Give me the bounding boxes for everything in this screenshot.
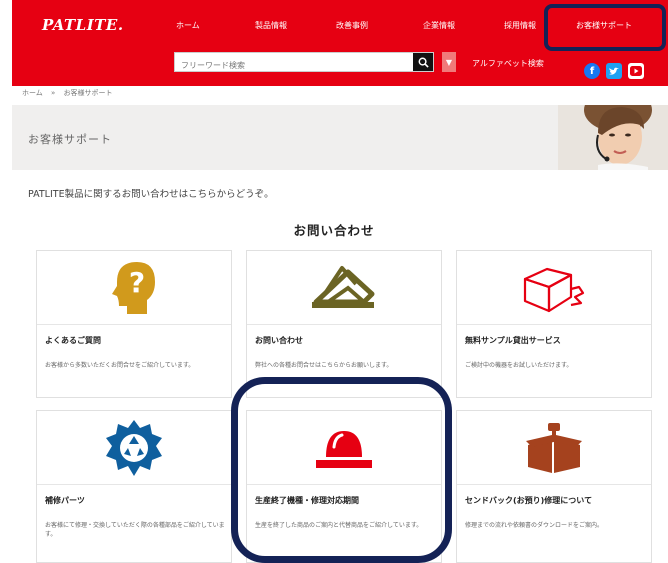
twitter-bird-icon	[609, 67, 619, 75]
page-title: お客様サポート	[28, 133, 112, 146]
breadcrumb-home[interactable]: ホーム	[22, 89, 43, 97]
search-dropdown-button[interactable]: ▼	[442, 52, 456, 72]
card-icon-area	[247, 251, 441, 325]
search-icon	[418, 57, 429, 68]
card-icon-area	[37, 411, 231, 485]
card-description: 修理までの流れや依頼書のダウンロードをご案内。	[465, 522, 604, 529]
page-banner: お客様サポート	[12, 105, 668, 170]
card-title: センドバック(お預り)修理について	[465, 496, 593, 505]
alphabet-search-link[interactable]: アルファベット検索	[472, 58, 544, 69]
youtube-icon[interactable]	[628, 63, 644, 79]
card-icon-area	[457, 251, 651, 325]
card-description: お客様にて修理・交換していただく際の各種部品をご紹介しています。	[45, 522, 225, 538]
breadcrumb-separator: »	[51, 89, 56, 97]
breadcrumb-current: お客様サポート	[63, 89, 113, 97]
card-description: お客様から多数いただくお問合せをご紹介しています。	[45, 362, 195, 369]
card-icon-area: ?	[37, 251, 231, 325]
card-title: よくあるご質問	[45, 336, 101, 345]
nav-company[interactable]: 企業情報	[423, 20, 455, 31]
section-title: お問い合わせ	[293, 223, 375, 238]
support-highlight-frame	[544, 4, 666, 51]
nav-recruit[interactable]: 採用情報	[504, 20, 536, 31]
card-icon-area	[457, 411, 651, 485]
chevron-down-icon: ▼	[445, 57, 453, 67]
envelope-icon	[312, 265, 375, 308]
facebook-icon[interactable]: f	[584, 63, 600, 79]
card-repair-parts[interactable]: 補修パーツ お客様にて修理・交換していただく際の各種部品をご紹介しています。	[36, 410, 232, 563]
search-input[interactable]	[175, 56, 411, 75]
card-faq[interactable]: ? よくあるご質問 お客様から多数いただくお問合せをご紹介しています。	[36, 250, 232, 398]
youtube-play-icon	[630, 66, 642, 76]
discontinued-highlight-frame	[231, 377, 452, 563]
repair-box-icon	[526, 422, 582, 473]
nav-home[interactable]: ホーム	[176, 20, 200, 31]
card-sendback-repair[interactable]: センドバック(お預り)修理について 修理までの流れや依頼書のダウンロードをご案内…	[456, 410, 652, 563]
recycle-gear-icon	[106, 419, 162, 476]
faq-head-icon: ?	[112, 261, 155, 314]
twitter-icon[interactable]	[606, 63, 622, 79]
nav-products[interactable]: 製品情報	[255, 20, 287, 31]
card-contact[interactable]: お問い合わせ 弊社への各種お問合せはこちらからお願いします。	[246, 250, 442, 398]
svg-text:?: ?	[129, 266, 145, 299]
operator-photo	[558, 105, 668, 170]
card-sample-loan[interactable]: 無料サンプル貸出サービス ご検討中の機器をお試しいただけます。	[456, 250, 652, 398]
card-description: ご検討中の機器をお試しいただけます。	[465, 362, 573, 369]
card-title: 補修パーツ	[45, 496, 85, 505]
card-description: 弊社への各種お問合せはこちらからお願いします。	[255, 362, 393, 369]
nav-case-studies[interactable]: 改善事例	[336, 20, 368, 31]
card-title: 無料サンプル貸出サービス	[465, 336, 561, 345]
breadcrumb: ホーム » お客様サポート	[22, 88, 113, 98]
card-title: お問い合わせ	[255, 336, 303, 345]
intro-text: PATLITE製品に関するお問い合わせはこちらからどうぞ。	[28, 189, 274, 200]
search-button[interactable]	[413, 53, 433, 71]
patlite-logo[interactable]: PATLITE.	[42, 16, 124, 34]
search-box	[174, 52, 434, 75]
box-icon	[523, 267, 585, 312]
